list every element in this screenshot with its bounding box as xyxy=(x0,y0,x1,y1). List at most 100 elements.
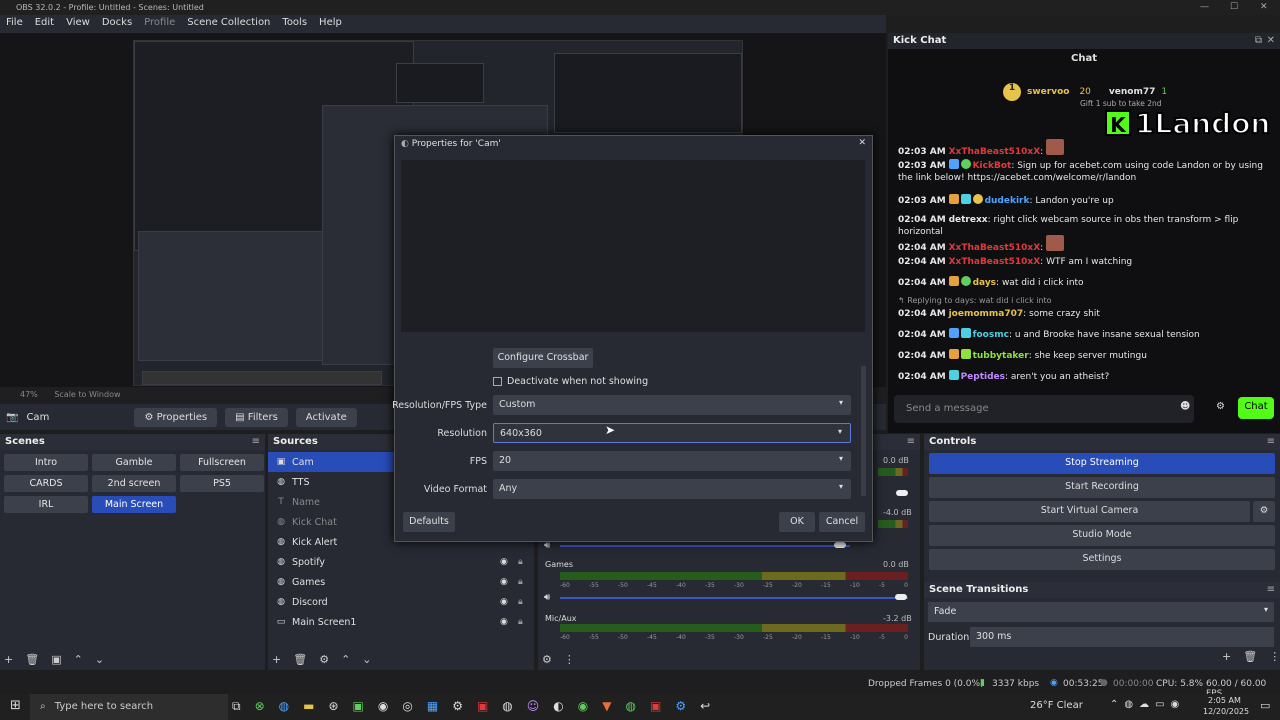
menu-docks[interactable]: Docks xyxy=(102,17,132,31)
minimize-icon[interactable]: — xyxy=(1200,2,1209,12)
menu-view[interactable]: View xyxy=(66,17,90,31)
configure-crossbar-button[interactable]: Configure Crossbar xyxy=(493,348,593,368)
gear-icon[interactable]: ⚙ xyxy=(542,653,552,666)
source-item-spotify[interactable]: ◍ Spotify ◉ 🔒︎ xyxy=(268,552,534,572)
studio-mode-button[interactable]: Studio Mode xyxy=(929,525,1275,546)
add-icon[interactable]: + xyxy=(272,653,281,666)
scene-item[interactable]: PS5 xyxy=(180,475,264,492)
trash-icon[interactable]: 🗑 xyxy=(1243,650,1257,663)
lock-icon[interactable]: 🔒︎ xyxy=(518,617,523,627)
menu-file[interactable]: File xyxy=(6,17,23,31)
taskbar-search[interactable]: ⌕ Type here to search xyxy=(30,694,228,720)
dock-menu-icon[interactable]: ≡ xyxy=(1267,436,1275,447)
eye-icon[interactable]: ◉ xyxy=(500,557,508,567)
scrollbar[interactable] xyxy=(861,366,866,496)
brave-icon[interactable]: ▼ xyxy=(602,699,611,714)
filter-icon[interactable]: ▣ xyxy=(51,653,61,666)
menu-tools[interactable]: Tools xyxy=(282,17,307,31)
lock-icon[interactable]: 🔒︎ xyxy=(518,557,523,567)
xbox-icon[interactable]: ⊗ xyxy=(255,699,265,714)
start-recording-button[interactable]: Start Recording xyxy=(929,477,1275,498)
float-icon[interactable]: ⧉ xyxy=(1255,35,1262,46)
scene-item[interactable]: 2nd screen xyxy=(92,475,176,492)
source-item-main-screen1[interactable]: ▭ Main Screen1 ◉ 🔒︎ xyxy=(268,612,534,632)
obs-icon[interactable]: ◐ xyxy=(553,699,563,714)
scene-item[interactable]: Fullscreen xyxy=(180,454,264,471)
steam-icon[interactable]: ⚙ xyxy=(675,699,686,714)
deactivate-checkbox-row[interactable]: Deactivate when not showing xyxy=(493,376,648,387)
dock-menu-icon[interactable]: ≡ xyxy=(1267,584,1275,595)
edge-icon[interactable]: ◍ xyxy=(279,699,289,714)
eye-icon[interactable]: ◉ xyxy=(500,597,508,607)
arrow-up-icon[interactable]: ⌃ xyxy=(74,653,83,666)
gear-icon[interactable]: ⚙ xyxy=(319,653,329,666)
close-icon[interactable]: ✕ xyxy=(1267,35,1275,46)
menu-scene-collection[interactable]: Scene Collection xyxy=(187,17,270,31)
lock-icon[interactable]: 🔒︎ xyxy=(518,577,523,587)
arrow-up-icon[interactable]: ⌃ xyxy=(341,653,350,666)
filters-button[interactable]: ▤ Filters xyxy=(225,407,288,427)
volume-slider[interactable] xyxy=(560,545,850,547)
lock-icon[interactable]: 🔒︎ xyxy=(518,597,523,607)
resolution-input[interactable]: 640x360 ▾ xyxy=(493,423,851,443)
add-icon[interactable]: + xyxy=(1222,650,1231,663)
clock-date[interactable]: 12/20/2025 xyxy=(1203,707,1249,716)
scene-item-selected[interactable]: Main Screen xyxy=(92,496,176,513)
app-icon[interactable]: ⊛ xyxy=(328,699,338,714)
clock-time[interactable]: 2:05 AM xyxy=(1208,696,1241,705)
speaker-icon[interactable]: 🔊︎ xyxy=(544,592,550,603)
activate-button[interactable]: Activate xyxy=(295,407,357,427)
chat-input[interactable]: Send a message xyxy=(894,395,1194,423)
scene-item[interactable]: CARDS xyxy=(4,475,88,492)
task-view-icon[interactable]: ⧉ xyxy=(232,699,241,714)
arrow-down-icon[interactable]: ⌄ xyxy=(362,653,371,666)
settings-button[interactable]: Settings xyxy=(929,549,1275,570)
close-icon[interactable]: ✕ xyxy=(858,138,866,148)
volume-slider-knob[interactable] xyxy=(895,594,907,600)
menu-profile[interactable]: Profile xyxy=(144,17,175,31)
transition-select[interactable]: Fade ▾ xyxy=(928,602,1274,622)
stop-streaming-button[interactable]: Stop Streaming xyxy=(929,453,1275,474)
gear-icon[interactable]: ⚙ xyxy=(1253,501,1275,522)
maximize-icon[interactable]: ☐ xyxy=(1230,2,1238,12)
scale-mode[interactable]: Scale to Window xyxy=(54,390,120,399)
app-icon[interactable]: ◍ xyxy=(502,699,512,714)
spotify-icon[interactable]: ◉ xyxy=(578,699,588,714)
source-item-games[interactable]: ◍ Games ◉ 🔒︎ xyxy=(268,572,534,592)
folder-icon[interactable]: ▬ xyxy=(303,699,314,714)
store-icon[interactable]: ▣ xyxy=(353,699,364,714)
calculator-icon[interactable]: ▦ xyxy=(427,699,438,714)
volume-slider-knob[interactable] xyxy=(896,490,908,496)
close-icon[interactable]: ✕ xyxy=(1260,2,1268,12)
video-format-select[interactable]: Any ▾ xyxy=(493,479,851,499)
defaults-button[interactable]: Defaults xyxy=(403,512,455,532)
menu-help[interactable]: Help xyxy=(319,17,342,31)
ok-button[interactable]: OK xyxy=(779,512,815,532)
zoom-level[interactable]: 47% xyxy=(20,390,38,399)
scene-item[interactable]: Intro xyxy=(4,454,88,471)
send-chat-button[interactable]: Chat xyxy=(1238,397,1274,419)
app-icon[interactable]: ▣ xyxy=(477,699,488,714)
app-icon[interactable]: ◉ xyxy=(378,699,388,714)
windows-start-icon[interactable]: ⊞ xyxy=(10,698,21,713)
source-item-discord[interactable]: ◍ Discord ◉ 🔒︎ xyxy=(268,592,534,612)
volume-slider[interactable] xyxy=(560,597,908,599)
dock-menu-icon[interactable]: ≡ xyxy=(252,436,260,447)
deactivate-checkbox[interactable] xyxy=(493,377,502,386)
chrome-icon[interactable]: ◍ xyxy=(626,699,636,714)
discord-icon[interactable]: ☺ xyxy=(527,699,540,714)
arrow-down-icon[interactable]: ⌄ xyxy=(95,653,104,666)
eye-icon[interactable]: ◉ xyxy=(500,617,508,627)
start-virtual-camera-button[interactable]: Start Virtual Camera xyxy=(929,501,1250,522)
resolution-fps-type-select[interactable]: Custom ▾ xyxy=(493,395,851,415)
scene-item[interactable]: IRL xyxy=(4,496,88,513)
fps-select[interactable]: 20 ▾ xyxy=(493,451,851,471)
app-icon[interactable]: ↩ xyxy=(700,699,710,714)
gear-icon[interactable]: ⚙ xyxy=(1216,401,1225,412)
scene-item[interactable]: Gamble xyxy=(92,454,176,471)
cancel-button[interactable]: Cancel xyxy=(819,512,865,532)
properties-button[interactable]: ⚙ Properties xyxy=(134,407,218,427)
add-icon[interactable]: + xyxy=(4,653,13,666)
settings-icon[interactable]: ⚙ xyxy=(452,699,463,714)
menu-edit[interactable]: Edit xyxy=(35,17,54,31)
